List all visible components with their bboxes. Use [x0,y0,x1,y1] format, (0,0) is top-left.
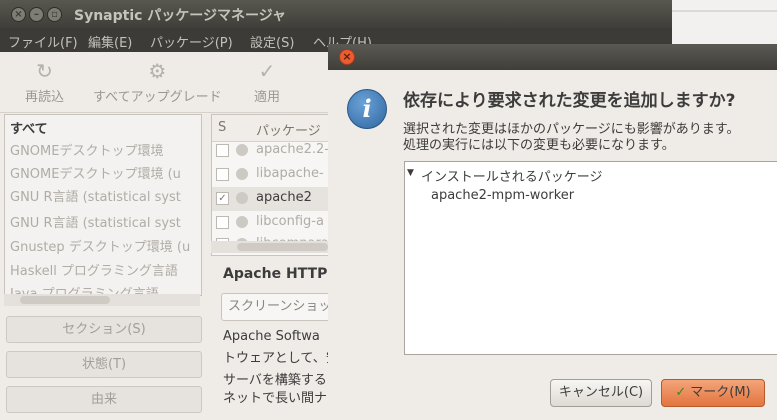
package-name: apache2.2- [256,142,329,157]
package-checkbox-checked[interactable]: ✓ [216,192,229,205]
filter-item[interactable]: すべて [10,118,48,137]
changes-tree: ▼ インストールされるパッケージ apache2-mpm-worker [404,161,777,355]
expander-triangle-icon[interactable]: ▼ [407,168,414,178]
window-title: Synaptic パッケージマネージャ [74,8,287,24]
package-row[interactable]: libapache- [212,163,329,187]
maximize-window-button[interactable]: ▫ [47,7,62,22]
mark-button[interactable]: ✓ マーク(M) [661,379,765,407]
description-line: トウェアとして、安 [223,351,328,366]
ubuntu-icon [236,216,248,228]
filter-horizontal-scrollbar[interactable] [4,294,200,306]
dialog-body-line: 処理の実行には以下の変更も必要になります。 [403,138,675,153]
ubuntu-icon [236,144,248,156]
gear-icon: ⚙ [148,59,167,83]
screenshot-button[interactable]: スクリーンショッ [221,293,328,321]
info-icon: i [347,89,387,129]
cancel-button[interactable]: キャンセル(C) [550,379,652,407]
package-checkbox[interactable] [216,168,229,181]
dialog-heading: 依存により要求された変更を追加しますか? [403,91,736,111]
section-button[interactable]: セクション(S) [6,316,202,343]
package-checkbox[interactable] [216,216,229,229]
description-line: サーバを構築する [223,373,327,388]
filter-item[interactable]: GNU R言語 (statistical syst [10,212,181,231]
package-list-header: S パッケージ [212,115,329,142]
package-name: libconfig-a [256,214,324,229]
mark-label: マーク(M) [690,385,751,400]
menu-settings[interactable]: 設定(S) [250,32,294,51]
menu-file[interactable]: ファイル(F) [8,32,78,51]
dialog-titlebar: × [328,44,777,70]
package-name: libapache- [256,166,324,181]
description-line: Apache Softwa [223,329,320,344]
checkmark-icon: ✓ [258,59,276,83]
scrollbar-thumb[interactable] [20,296,110,304]
menu-package[interactable]: パッケージ(P) [150,32,233,51]
apply-button[interactable]: ✓ 適用 [254,60,280,105]
checkmark-icon: ✓ [675,385,687,400]
tree-group-label: インストールされるパッケージ [421,170,603,185]
package-row[interactable]: apache2.2- [212,139,329,163]
filter-item[interactable]: Haskell プログラミング言語 [10,260,178,279]
close-window-button[interactable]: × [11,7,26,22]
filter-list: すべて GNOMEデスクトップ環境 GNOMEデスクトップ環境 (u GNU R… [4,114,202,296]
package-row-selected[interactable]: ✓ apache2 [212,187,329,211]
background-window-edge [672,0,777,44]
package-checkbox[interactable] [216,144,229,157]
package-row[interactable]: libconfig-a [212,211,329,235]
package-description-panel: Apache HTTP スクリーンショッ Apache Softwa トウェアと… [211,256,328,420]
ubuntu-icon [236,168,248,180]
tree-item[interactable]: apache2-mpm-worker [431,188,574,203]
description-line: ネットで長い間ナ [223,391,328,406]
dialog-close-button[interactable]: × [339,49,355,65]
package-list: S パッケージ apache2.2- libapache- ✓ apache2 … [211,114,330,256]
package-horizontal-scrollbar[interactable] [211,241,328,253]
column-header-status[interactable]: S [218,120,226,135]
column-header-package[interactable]: パッケージ [256,120,321,139]
status-button[interactable]: 状態(T) [6,351,202,378]
scrollbar-thumb[interactable] [237,243,328,251]
filter-item[interactable]: GNOMEデスクトップ環境 [10,140,163,159]
ubuntu-icon [236,192,248,204]
reload-icon: ↻ [36,59,53,83]
divider [672,10,777,12]
package-name: apache2 [256,190,312,205]
apply-label: 適用 [254,90,281,105]
reload-button[interactable]: ↻ 再読込 [25,60,64,105]
reload-label: 再読込 [25,90,65,105]
main-titlebar: × – ▫ Synaptic パッケージマネージャ [0,0,672,28]
filter-item[interactable]: GNOMEデスクトップ環境 (u [10,163,181,182]
filter-item[interactable]: Gnustep デスクトップ環境 (u [10,236,190,255]
dependency-dialog: × i 依存により要求された変更を追加しますか? 選択された変更はほかのパッケー… [328,44,777,420]
upgrade-all-button[interactable]: ⚙ すべてアップグレード [93,60,222,105]
filter-item[interactable]: GNU R言語 (statistical syst [10,186,181,205]
description-title: Apache HTTP [223,266,328,282]
minimize-window-button[interactable]: – [29,7,44,22]
menu-edit[interactable]: 編集(E) [88,32,132,51]
origin-button[interactable]: 由来 [6,386,202,413]
upgrade-all-label: すべてアップグレード [93,90,222,105]
